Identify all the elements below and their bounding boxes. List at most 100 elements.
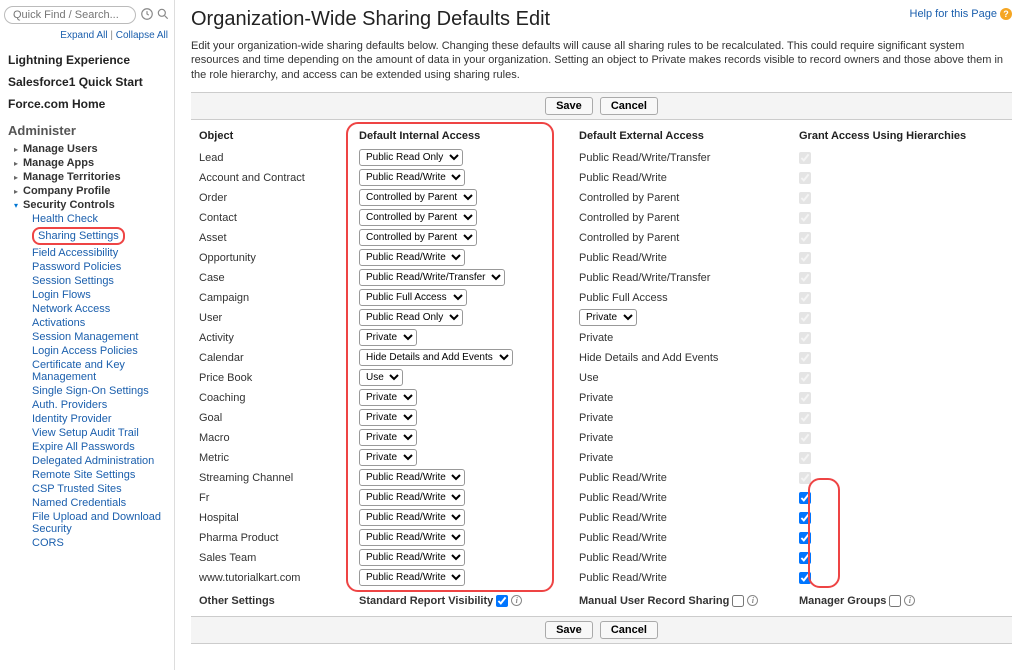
external-access-text: Private (579, 428, 783, 448)
hierarchy-checkbox (799, 412, 811, 424)
nav-manage-territories[interactable]: ▸Manage Territories (0, 170, 174, 184)
internal-access-select[interactable]: Public Read/Write (359, 509, 465, 526)
nav-leaf[interactable]: Login Access Policies (0, 344, 174, 358)
external-access-text: Public Read/Write (579, 168, 783, 188)
object-label: Contact (199, 208, 343, 228)
external-access-text: Public Read/Write (579, 528, 783, 548)
nav-leaf[interactable]: Auth. Providers (0, 398, 174, 412)
nav-sf1[interactable]: Salesforce1 Quick Start (0, 69, 174, 91)
nav-leaf[interactable]: Session Settings (0, 274, 174, 288)
nav-leaf[interactable]: Activations (0, 316, 174, 330)
internal-access-select[interactable]: Public Read/Write (359, 569, 465, 586)
save-button[interactable]: Save (545, 97, 593, 115)
nav-leaf[interactable]: Certificate and Key Management (0, 358, 174, 384)
internal-access-select[interactable]: Private (359, 409, 417, 426)
collapse-all-link[interactable]: Collapse All (116, 30, 168, 41)
internal-access-select[interactable]: Public Read/Write (359, 469, 465, 486)
internal-access-select[interactable]: Public Read/Write/Transfer (359, 269, 505, 286)
nav-manage-apps[interactable]: ▸Manage Apps (0, 156, 174, 170)
nav-leaf[interactable]: Sharing Settings (0, 226, 174, 246)
internal-access-select[interactable]: Controlled by Parent (359, 189, 477, 206)
nav-leaf[interactable]: File Upload and Download Security (0, 510, 174, 536)
object-label: User (199, 308, 343, 328)
nav-leaf[interactable]: Health Check (0, 212, 174, 226)
save-button[interactable]: Save (545, 621, 593, 639)
search-input[interactable] (4, 6, 136, 24)
hierarchy-checkbox[interactable] (799, 572, 811, 584)
external-access-text: Public Read/Write (579, 568, 783, 588)
nav-leaf[interactable]: Password Policies (0, 260, 174, 274)
nav-leaf[interactable]: Remote Site Settings (0, 468, 174, 482)
nav-leaf[interactable]: Network Access (0, 302, 174, 316)
mg-checkbox[interactable] (889, 595, 901, 607)
nav-leaf[interactable]: Expire All Passwords (0, 440, 174, 454)
murs-checkbox[interactable] (732, 595, 744, 607)
clock-icon[interactable] (140, 7, 154, 24)
object-label: Fr (199, 488, 343, 508)
expand-icon: ▸ (12, 187, 20, 195)
nav-company-profile[interactable]: ▸Company Profile (0, 184, 174, 198)
help-link[interactable]: Help for this Page (910, 8, 997, 20)
internal-access-select[interactable]: Public Read Only (359, 149, 463, 166)
hierarchy-checkbox[interactable] (799, 512, 811, 524)
internal-access-select[interactable]: Controlled by Parent (359, 209, 477, 226)
internal-access-select[interactable]: Public Read Only (359, 309, 463, 326)
internal-access-select[interactable]: Private (359, 329, 417, 346)
help-icon[interactable]: ? (1000, 8, 1012, 20)
nav-security-controls[interactable]: ▾Security Controls (0, 198, 174, 212)
srv-label: Standard Report Visibility (359, 595, 493, 607)
nav-manage-users[interactable]: ▸Manage Users (0, 142, 174, 156)
expand-all-link[interactable]: Expand All (60, 30, 107, 41)
internal-access-select[interactable]: Private (359, 389, 417, 406)
external-access-select[interactable]: Private (579, 309, 637, 326)
nav-leaf[interactable]: CORS (0, 536, 174, 550)
internal-access-select[interactable]: Public Read/Write (359, 169, 465, 186)
internal-access-select[interactable]: Public Read/Write (359, 529, 465, 546)
external-access-text: Controlled by Parent (579, 228, 783, 248)
internal-access-select[interactable]: Private (359, 449, 417, 466)
srv-checkbox[interactable] (496, 595, 508, 607)
cancel-button[interactable]: Cancel (600, 97, 658, 115)
internal-access-select[interactable]: Private (359, 429, 417, 446)
hierarchy-checkbox (799, 272, 811, 284)
internal-access-select[interactable]: Use (359, 369, 403, 386)
hierarchy-checkbox[interactable] (799, 492, 811, 504)
cancel-button[interactable]: Cancel (600, 621, 658, 639)
object-label: Campaign (199, 288, 343, 308)
internal-access-select[interactable]: Public Full Access (359, 289, 467, 306)
external-access-text: Public Read/Write/Transfer (579, 148, 783, 168)
internal-access-select[interactable]: Public Read/Write (359, 489, 465, 506)
expand-icon: ▸ (12, 145, 20, 153)
info-icon[interactable]: i (747, 595, 758, 606)
page-description: Edit your organization-wide sharing defa… (191, 39, 1012, 82)
nav-leaf[interactable]: Field Accessibility (0, 246, 174, 260)
nav-lightning[interactable]: Lightning Experience (0, 47, 174, 69)
nav-leaf[interactable]: Delegated Administration (0, 454, 174, 468)
object-label: Asset (199, 228, 343, 248)
nav-leaf[interactable]: Identity Provider (0, 412, 174, 426)
hierarchy-checkbox[interactable] (799, 532, 811, 544)
hierarchy-checkbox (799, 352, 811, 364)
search-icon[interactable] (156, 7, 170, 24)
hierarchy-checkbox[interactable] (799, 552, 811, 564)
internal-access-select[interactable]: Public Read/Write (359, 549, 465, 566)
info-icon[interactable]: i (511, 595, 522, 606)
nav-leaf[interactable]: Named Credentials (0, 496, 174, 510)
internal-access-select[interactable]: Controlled by Parent (359, 229, 477, 246)
hierarchy-checkbox (799, 472, 811, 484)
nav-leaf[interactable]: View Setup Audit Trail (0, 426, 174, 440)
nav-leaf[interactable]: Login Flows (0, 288, 174, 302)
external-access-text: Public Read/Write (579, 248, 783, 268)
internal-access-select[interactable]: Public Read/Write (359, 249, 465, 266)
hierarchy-checkbox (799, 452, 811, 464)
object-label: Price Book (199, 368, 343, 388)
nav-leaf[interactable]: Session Management (0, 330, 174, 344)
nav-forcehome[interactable]: Force.com Home (0, 91, 174, 113)
object-label: Lead (199, 148, 343, 168)
info-icon[interactable]: i (904, 595, 915, 606)
external-access-text: Private (579, 408, 783, 428)
nav-leaf[interactable]: CSP Trusted Sites (0, 482, 174, 496)
nav-leaf[interactable]: Single Sign-On Settings (0, 384, 174, 398)
main-content: Organization-Wide Sharing Defaults Edit … (175, 0, 1024, 670)
internal-access-select[interactable]: Hide Details and Add Events (359, 349, 513, 366)
